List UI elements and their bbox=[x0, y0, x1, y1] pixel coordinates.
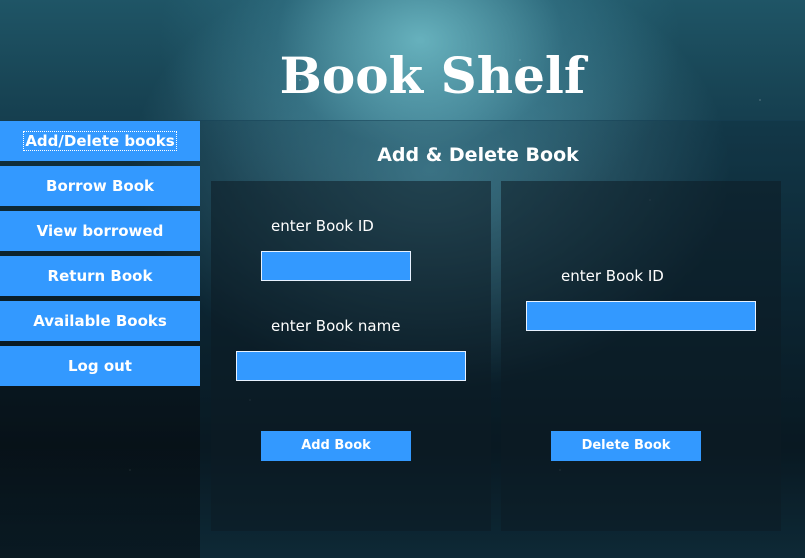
sidebar-item-label: Log out bbox=[68, 357, 132, 375]
sidebar-item-label: View borrowed bbox=[36, 222, 164, 240]
sidebar-item-label: Borrow Book bbox=[46, 177, 154, 195]
sidebar-item-borrow-book[interactable]: Borrow Book bbox=[0, 166, 200, 206]
delete-book-id-label: enter Book ID bbox=[561, 267, 664, 285]
sidebar-item-available-books[interactable]: Available Books bbox=[0, 301, 200, 341]
sidebar-item-label: Available Books bbox=[33, 312, 167, 330]
sidebar-item-return-book[interactable]: Return Book bbox=[0, 256, 200, 296]
add-book-name-label: enter Book name bbox=[271, 317, 401, 335]
add-book-button[interactable]: Add Book bbox=[261, 431, 411, 461]
add-book-card: enter Book ID enter Book name Add Book bbox=[211, 181, 491, 531]
add-book-id-input[interactable] bbox=[261, 251, 411, 281]
sidebar-item-view-borrowed[interactable]: View borrowed bbox=[0, 211, 200, 251]
sidebar-item-label: Add/Delete books bbox=[23, 131, 177, 151]
app-title: Book Shelf bbox=[279, 46, 586, 105]
sidebar-item-label: Return Book bbox=[47, 267, 153, 285]
delete-book-card: enter Book ID Delete Book bbox=[501, 181, 781, 531]
add-book-name-input[interactable] bbox=[236, 351, 466, 381]
delete-book-button[interactable]: Delete Book bbox=[551, 431, 701, 461]
sidebar-item-add-delete-books[interactable]: Add/Delete books bbox=[0, 121, 200, 161]
section-title: Add & Delete Book bbox=[377, 144, 579, 166]
add-book-id-label: enter Book ID bbox=[271, 217, 374, 235]
delete-book-id-input[interactable] bbox=[526, 301, 756, 331]
sidebar-item-log-out[interactable]: Log out bbox=[0, 346, 200, 386]
